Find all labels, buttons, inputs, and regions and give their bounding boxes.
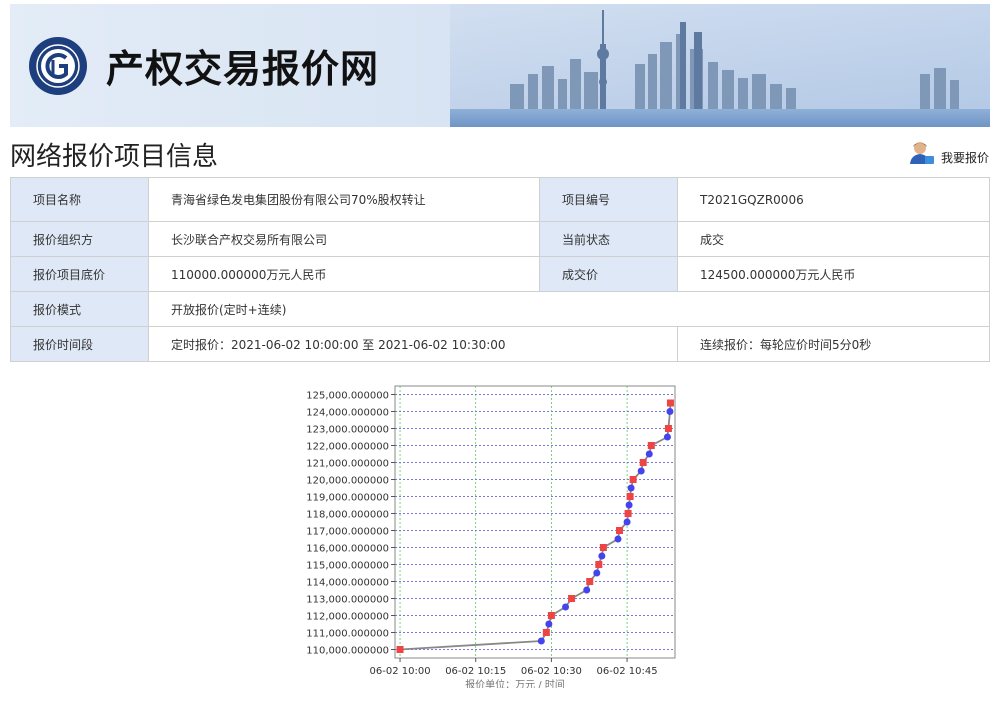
continuous-bid-value: 连续报价：每轮应价时间5分0秒 <box>677 326 990 362</box>
data-point-square <box>616 527 624 534</box>
data-point-square <box>624 510 632 517</box>
table-row: 报价项目底价 110000.000000万元人民币 成交价 124500.000… <box>10 256 990 292</box>
site-title: 产权交易报价网 <box>106 47 380 91</box>
data-point-square <box>647 442 655 449</box>
data-point-square <box>629 476 637 483</box>
y-tick-label: 114,000.000000 <box>306 578 389 589</box>
data-point-square <box>639 459 647 466</box>
data-point-circle <box>593 569 601 577</box>
data-point-circle <box>637 467 645 475</box>
status-label: 当前状态 <box>539 221 678 257</box>
data-point-square <box>595 561 603 568</box>
city-skyline-image <box>450 4 990 127</box>
data-point-circle <box>645 450 653 458</box>
bid-price-chart: 110,000.000000 111,000.000000 112,000.0000… <box>306 385 676 688</box>
bid-mode-value: 开放报价(定时+连续) <box>148 291 990 327</box>
x-tick-label: 06-02 10:15 <box>445 666 506 677</box>
y-tick-label: 115,000.000000 <box>306 561 389 572</box>
project-info-table: 项目名称 青海省绿色发电集团股份有限公司70%股权转让 项目编号 T2021GQ… <box>10 177 990 362</box>
data-point-square <box>664 425 672 432</box>
y-tick-label: 120,000.000000 <box>306 476 389 487</box>
bid-mode-label: 报价模式 <box>10 291 149 327</box>
header-banner: 产权交易报价网 <box>10 4 990 127</box>
bid-period-label: 报价时间段 <box>10 326 149 362</box>
organizer-value: 长沙联合产权交易所有限公司 <box>148 221 540 257</box>
submit-bid-link[interactable]: 我要报价 <box>909 140 989 166</box>
y-tick-label: 122,000.000000 <box>306 442 389 453</box>
data-point-circle <box>545 620 553 628</box>
project-code-label: 项目编号 <box>539 177 678 222</box>
y-tick-label: 119,000.000000 <box>306 493 389 504</box>
data-point-circle <box>623 518 631 526</box>
data-point-square <box>547 612 555 619</box>
logo-icon <box>29 37 87 95</box>
y-tick-label: 121,000.000000 <box>306 459 389 470</box>
data-point-square <box>586 578 594 585</box>
data-point-circle <box>666 408 674 415</box>
data-point-circle <box>583 586 591 594</box>
x-axis-label: 报价单位：万元 / 时间 <box>465 678 565 688</box>
base-price-value: 110000.000000万元人民币 <box>148 256 540 292</box>
organizer-label: 报价组织方 <box>10 221 149 257</box>
y-tick-label: 110,000.000000 <box>306 646 389 657</box>
y-tick-label: 124,000.000000 <box>306 408 389 419</box>
table-row: 报价时间段 定时报价：2021-06-02 10:00:00 至 2021-06… <box>10 326 990 362</box>
y-tick-label: 118,000.000000 <box>306 510 389 521</box>
data-point-circle <box>663 433 671 441</box>
base-price-label: 报价项目底价 <box>10 256 149 292</box>
y-tick-label: 113,000.000000 <box>306 595 389 606</box>
project-code-value: T2021GQZR0006 <box>677 177 990 222</box>
data-point-circle <box>627 484 635 492</box>
y-tick-label: 112,000.000000 <box>306 612 389 623</box>
y-tick-label: 123,000.000000 <box>306 425 389 436</box>
data-point-square <box>666 399 674 407</box>
table-row: 项目名称 青海省绿色发电集团股份有限公司70%股权转让 项目编号 T2021GQ… <box>10 177 990 222</box>
submit-bid-label: 我要报价 <box>940 151 989 165</box>
deal-price-value: 124500.000000万元人民币 <box>677 256 990 292</box>
data-point-circle <box>537 637 545 645</box>
y-tick-label: 116,000.000000 <box>306 544 389 555</box>
table-row: 报价模式 开放报价(定时+连续) <box>10 291 990 327</box>
data-point-circle <box>598 552 606 560</box>
user-icon <box>909 142 934 164</box>
data-point-circle <box>614 535 622 543</box>
y-tick-label: 117,000.000000 <box>306 527 389 538</box>
page-title: 网络报价项目信息 <box>10 142 219 172</box>
data-point-square <box>568 595 576 602</box>
status-value: 成交 <box>677 221 990 257</box>
y-tick-label: 125,000.000000 <box>306 391 389 402</box>
y-tick-label: 111,000.000000 <box>306 629 389 640</box>
plot-area <box>394 385 676 659</box>
deal-price-label: 成交价 <box>539 256 678 292</box>
project-name-label: 项目名称 <box>10 177 149 222</box>
data-point-square <box>542 629 550 636</box>
bid-period-value: 定时报价：2021-06-02 10:00:00 至 2021-06-02 10… <box>148 326 678 362</box>
x-tick-label: 06-02 10:45 <box>597 666 658 677</box>
x-tick-label: 06-02 10:30 <box>521 666 582 677</box>
table-row: 报价组织方 长沙联合产权交易所有限公司 当前状态 成交 <box>10 221 990 257</box>
project-name-value: 青海省绿色发电集团股份有限公司70%股权转让 <box>148 177 540 222</box>
data-point-circle <box>625 501 633 509</box>
data-point-square <box>599 544 607 551</box>
data-point-circle <box>562 603 570 611</box>
data-point-square <box>626 493 634 500</box>
data-point-square <box>396 646 404 653</box>
x-tick-label: 06-02 10:00 <box>370 666 431 677</box>
